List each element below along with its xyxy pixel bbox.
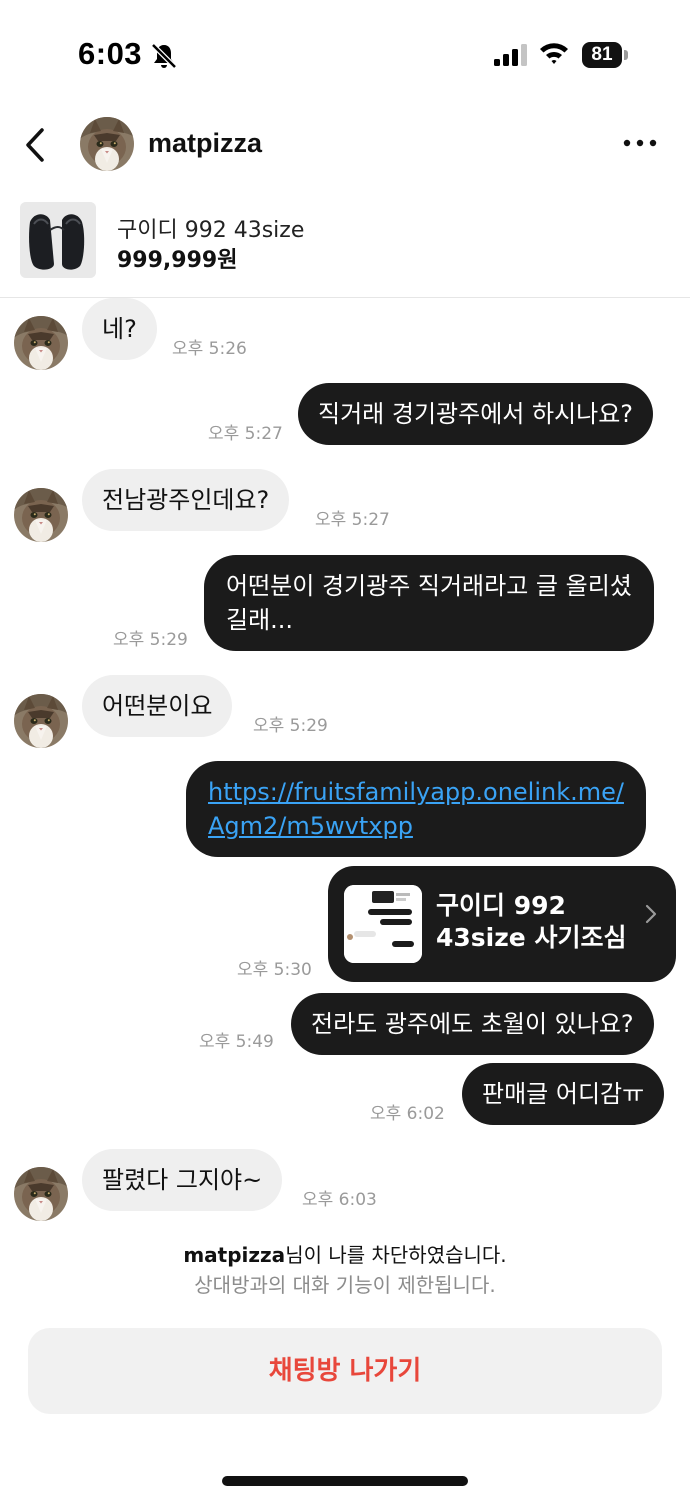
product-price: 999,999원 (117, 248, 238, 273)
message-time: 오후 6:02 (370, 1104, 445, 1124)
message-bubble-link[interactable]: https://fruitsfamilyapp.onelink.me/ Agm2… (186, 761, 646, 857)
sender-avatar[interactable] (14, 488, 68, 542)
shared-post-thumbnail (344, 885, 422, 963)
message-bubble-outgoing[interactable]: 전라도 광주에도 초월이 있나요? (291, 993, 654, 1055)
status-time: 6:03 (78, 36, 143, 71)
battery-indicator: 81 (582, 42, 628, 68)
sender-avatar[interactable] (14, 1167, 68, 1221)
sender-avatar[interactable] (14, 694, 68, 748)
message-line: 길래... (226, 606, 294, 634)
message-time: 오후 5:29 (253, 716, 328, 736)
block-notice-line2: 상대방과의 대화 기능이 제한됩니다. (194, 1273, 496, 1297)
home-indicator[interactable] (222, 1476, 468, 1486)
cellular-signal-icon (494, 44, 527, 66)
chevron-left-icon[interactable] (22, 126, 52, 164)
block-notice-line1: matpizza님이 나를 차단하였습니다. (0, 1240, 690, 1270)
header-avatar[interactable] (80, 117, 134, 171)
message-bubble-incoming[interactable]: 어떤분이요 (82, 675, 233, 737)
product-title: 구이디 992 43size (117, 218, 305, 243)
message-time: 오후 5:29 (113, 630, 188, 650)
header-username[interactable]: matpizza (148, 128, 262, 159)
message-time: 오후 5:30 (237, 960, 312, 980)
message-bubble-outgoing[interactable]: 직거래 경기광주에서 하시나요? (298, 383, 654, 445)
product-bar[interactable]: 구이디 992 43size 999,999원 (0, 200, 690, 298)
blocked-by-username: matpizza (183, 1243, 286, 1267)
message-time: 오후 6:03 (302, 1190, 377, 1210)
message-bubble-incoming[interactable]: 전남광주인데요? (82, 469, 290, 531)
ellipsis-icon[interactable] (622, 136, 658, 150)
message-bubble-outgoing[interactable]: 판매글 어디감ㅠ (462, 1063, 665, 1125)
product-thumbnail (20, 202, 96, 278)
message-bubble-outgoing[interactable]: 어떤분이 경기광주 직거래라고 글 올리셨 길래... (204, 555, 654, 651)
chevron-right-icon (645, 904, 657, 924)
message-time: 오후 5:27 (315, 510, 390, 530)
message-bubble-incoming[interactable]: 네? (82, 298, 157, 360)
leave-chat-button[interactable]: 채팅방 나가기 (28, 1328, 662, 1414)
shared-post-title-line: 구이디 992 (436, 891, 566, 920)
message-line: 어떤분이 경기광주 직거래라고 글 올리셨 (226, 572, 632, 600)
shared-post-title: 구이디 992 43size 사기조심 (436, 890, 626, 954)
battery-level: 81 (582, 42, 622, 68)
message-time: 오후 5:26 (172, 339, 247, 359)
shared-post-title-line: 43size 사기조심 (436, 923, 627, 952)
bell-slash-icon (151, 43, 177, 69)
message-link[interactable]: https://fruitsfamilyapp.onelink.me/ (208, 775, 624, 809)
message-time: 오후 5:27 (208, 424, 283, 444)
message-link[interactable]: Agm2/m5wvtxpp (208, 809, 624, 843)
block-notice: matpizza님이 나를 차단하였습니다. 상대방과의 대화 기능이 제한됩니… (0, 1240, 690, 1300)
shared-post-card[interactable]: 구이디 992 43size 사기조심 (328, 866, 676, 982)
message-bubble-incoming[interactable]: 팔렸다 그지야~ (82, 1149, 283, 1211)
chat-header: matpizza (0, 110, 690, 180)
wifi-icon (540, 43, 568, 64)
status-bar: 6:03 81 (0, 0, 690, 100)
sender-avatar[interactable] (14, 316, 68, 370)
block-notice-text: 님이 나를 차단하였습니다. (285, 1243, 507, 1267)
message-time: 오후 5:49 (199, 1032, 274, 1052)
battery-cap (624, 50, 628, 60)
